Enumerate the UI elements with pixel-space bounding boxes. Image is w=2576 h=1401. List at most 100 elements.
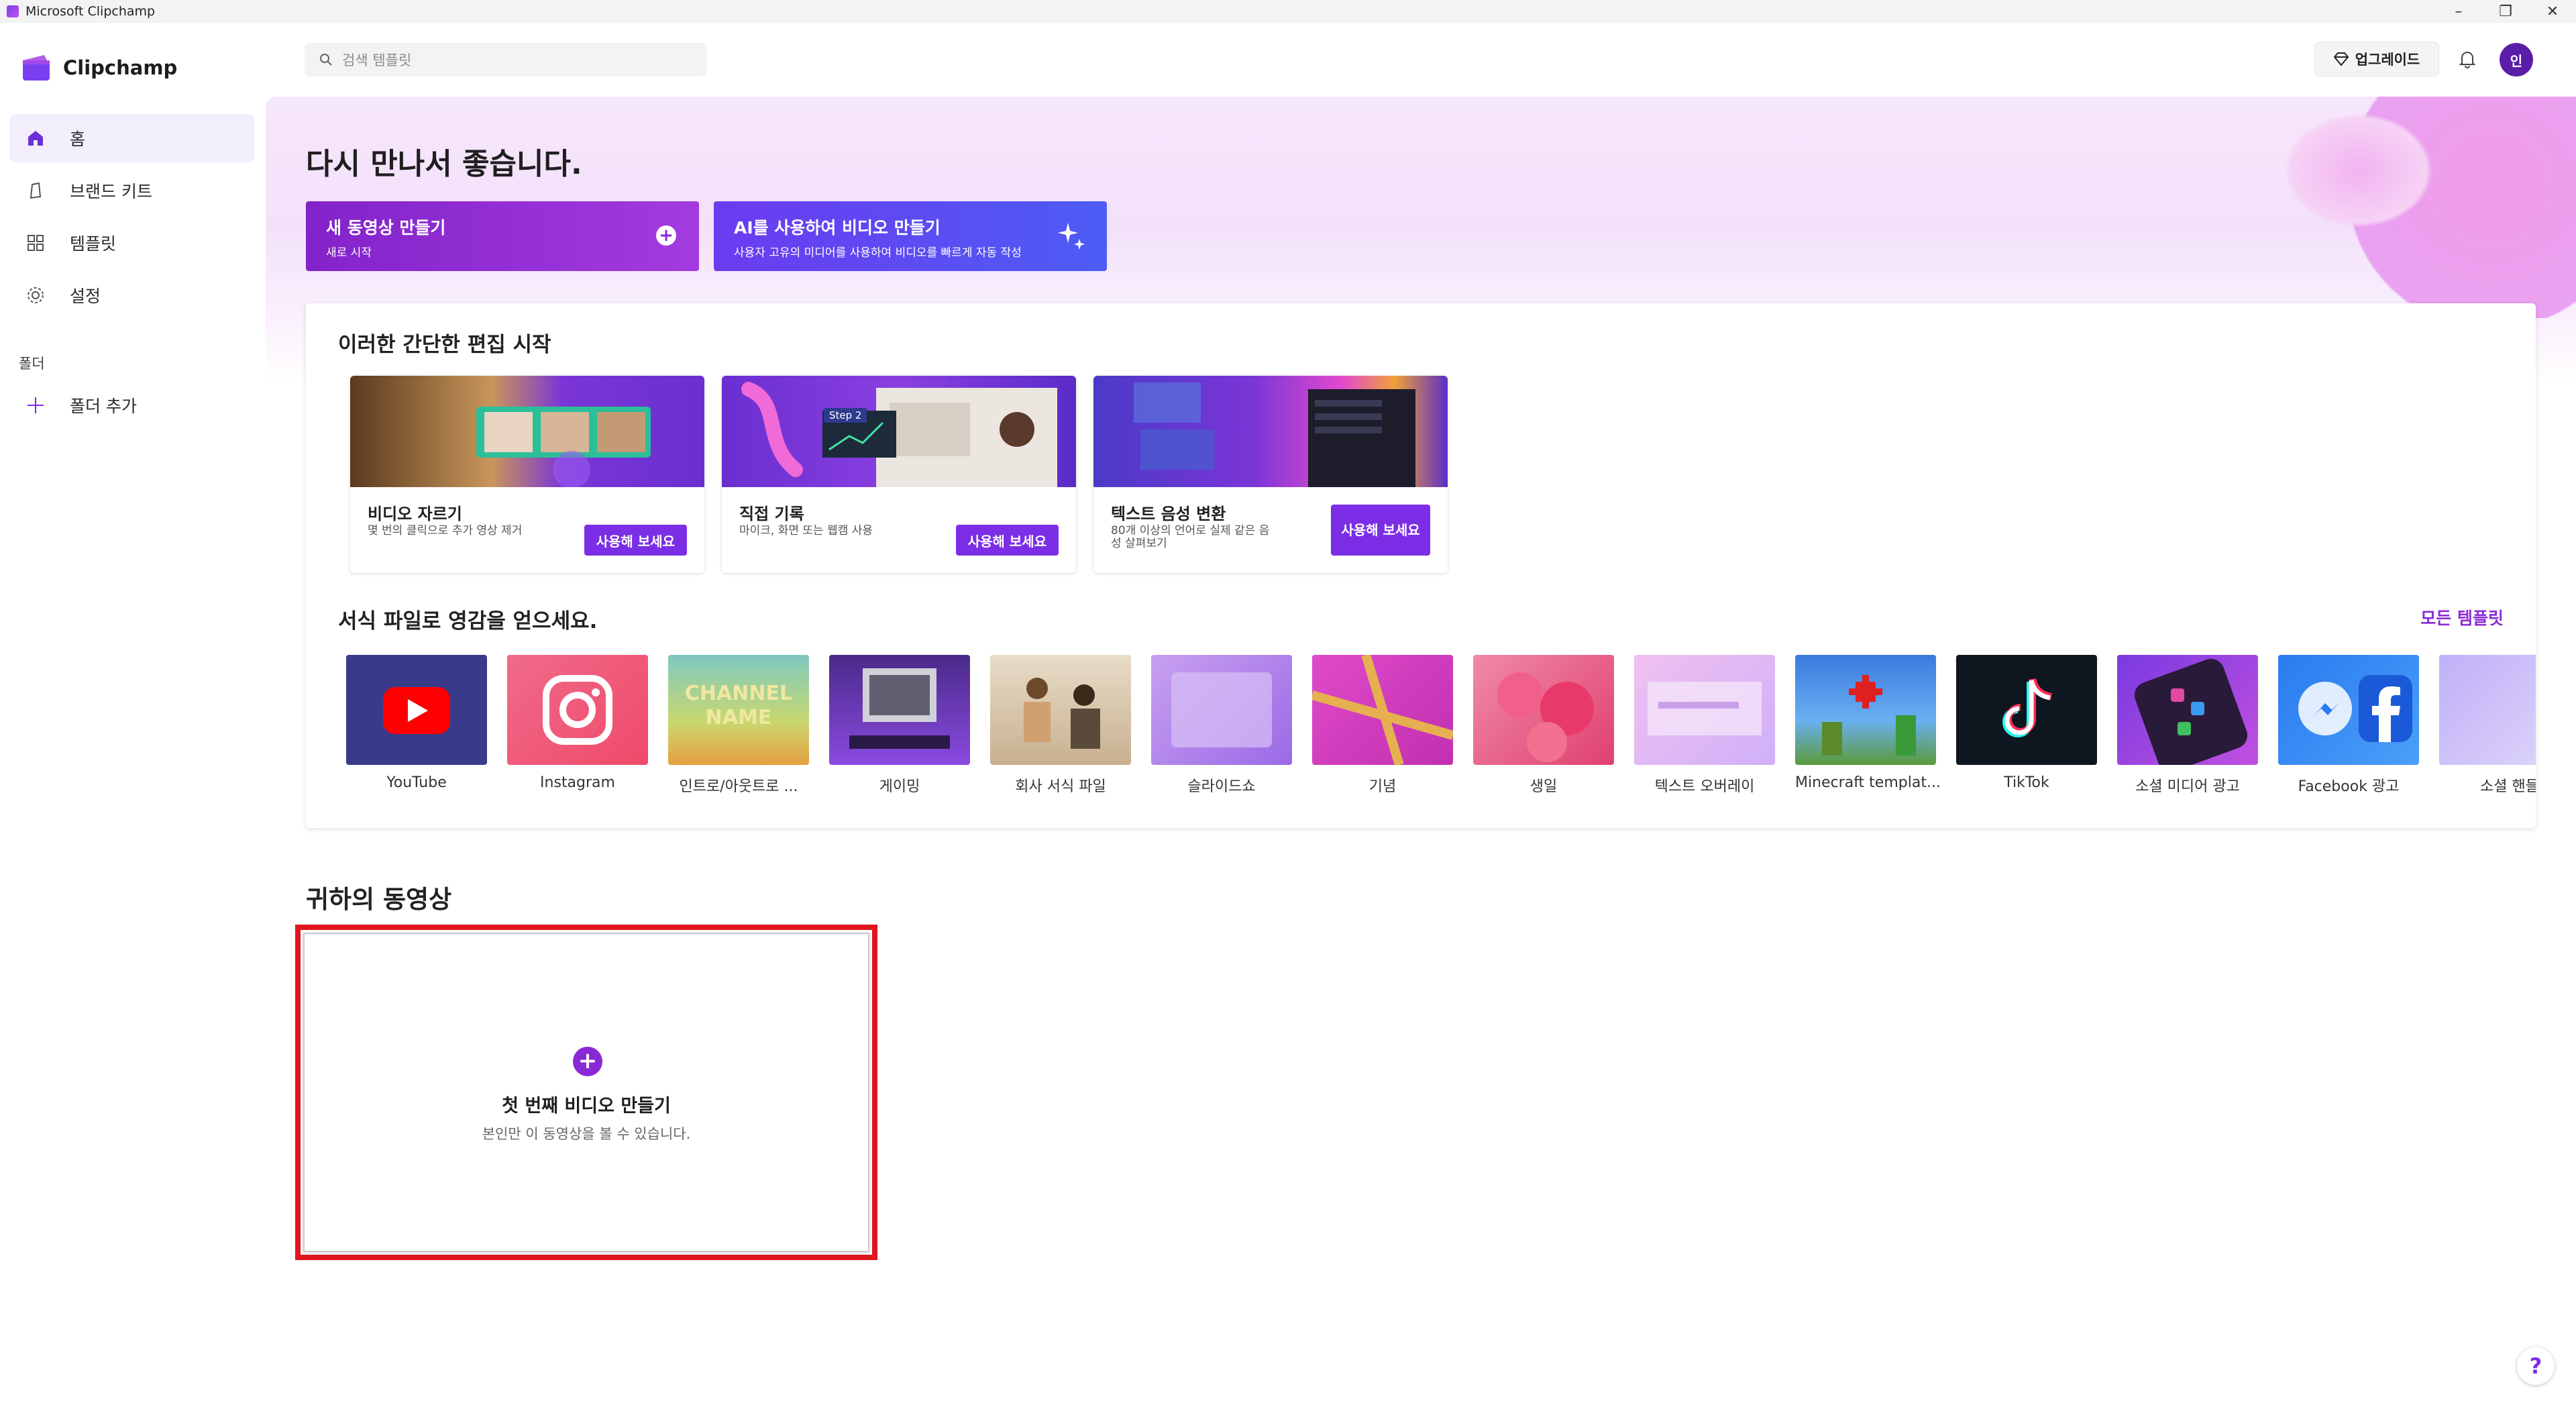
plus-icon: +	[656, 225, 676, 246]
template-birthday[interactable]: 생일	[1473, 655, 1614, 796]
window-title: Microsoft Clipchamp	[25, 4, 156, 19]
notifications-button[interactable]	[2454, 46, 2481, 72]
sidebar-item-label: 브랜드 키트	[70, 182, 152, 201]
plus-icon: +	[573, 1047, 602, 1076]
sidebar-item-home[interactable]: 홈	[9, 114, 255, 162]
template-name: 슬라이드쇼	[1187, 778, 1256, 795]
diamond-icon	[2333, 52, 2349, 66]
sidebar-item-label: 템플릿	[70, 234, 117, 254]
create-first-video-card[interactable]: + 첫 번째 비디오 만들기 본인만 이 동영상을 볼 수 있습니다.	[295, 925, 877, 1260]
slideshow-thumbnail	[1151, 655, 1292, 765]
close-button[interactable]: ✕	[2529, 0, 2576, 23]
sparkle-icon	[1058, 223, 1085, 250]
avatar[interactable]: 인	[2500, 43, 2533, 76]
your-videos-heading: 귀하의 동영상	[306, 885, 452, 914]
window-title-bar: Microsoft Clipchamp – ❐ ✕	[0, 0, 2576, 23]
create-ai-video-subtitle: 사용자 고유의 미디어를 사용하여 비디오를 빠르게 자동 작성	[734, 246, 1022, 260]
template-name: 소셜 미디어 광고	[2135, 778, 2240, 795]
facebook-icon	[2278, 655, 2419, 765]
template-name: 회사 서식 파일	[1015, 778, 1106, 795]
template-name: 소셜 핸들	[2480, 778, 2536, 795]
settings-icon	[24, 284, 47, 307]
sidebar-item-templates[interactable]: 템플릿	[9, 219, 255, 267]
quick-edit-card-tts[interactable]: 텍스트 음성 변환 80개 이상의 언어로 실제 같은 음성 살펴보기 사용해 …	[1093, 376, 1448, 573]
template-business[interactable]: 회사 서식 파일	[990, 655, 1131, 796]
instagram-icon	[507, 655, 648, 765]
template-minecraft[interactable]: Minecraft templat...	[1795, 655, 1941, 791]
sidebar-item-label: 홈	[70, 129, 86, 149]
template-facebook-ads[interactable]: Facebook 광고	[2278, 655, 2419, 796]
celebration-thumbnail	[1312, 655, 1453, 765]
clipchamp-logo-icon	[23, 55, 50, 81]
template-social-handle[interactable]: 소셜 핸들	[2439, 655, 2536, 796]
minimize-button[interactable]: –	[2435, 0, 2482, 23]
template-social-ads[interactable]: 소셜 미디어 광고	[2117, 655, 2258, 796]
text-overlay-thumbnail	[1634, 655, 1775, 765]
main-area: 검색 템플릿 업그레이드 인 다시 만나서 좋습니다. 새 동영상 만들기 새로…	[266, 23, 2576, 1401]
quick-edit-title: 비디오 자르기	[368, 505, 462, 523]
try-it-button[interactable]: 사용해 보세요	[1331, 505, 1430, 556]
try-it-button[interactable]: 사용해 보세요	[584, 525, 687, 556]
create-new-video-button[interactable]: 새 동영상 만들기 새로 시작 +	[306, 201, 699, 271]
template-text-overlay[interactable]: 텍스트 오버레이	[1634, 655, 1775, 796]
first-video-subtitle: 본인만 이 동영상을 볼 수 있습니다.	[482, 1126, 691, 1142]
home-content: 다시 만나서 좋습니다. 새 동영상 만들기 새로 시작 + AI를 사용하여 …	[266, 97, 2576, 1398]
sidebar-item-brand-kit[interactable]: 브랜드 키트	[9, 166, 255, 215]
create-new-video-title: 새 동영상 만들기	[326, 218, 446, 238]
quick-edit-title: 텍스트 음성 변환	[1111, 505, 1226, 523]
business-thumbnail	[990, 655, 1131, 765]
search-placeholder: 검색 템플릿	[342, 52, 412, 68]
top-bar: 검색 템플릿 업그레이드 인	[266, 23, 2576, 97]
quick-edit-desc: 몇 번의 클릭으로 추가 영상 제거	[368, 524, 523, 537]
home-icon	[24, 127, 47, 150]
search-input[interactable]: 검색 템플릿	[305, 43, 707, 76]
social-handle-thumbnail	[2439, 655, 2536, 765]
sidebar-item-settings[interactable]: 설정	[9, 271, 255, 319]
upgrade-button[interactable]: 업그레이드	[2314, 42, 2439, 76]
page-title: 다시 만나서 좋습니다.	[306, 147, 582, 181]
add-folder-label: 폴더 추가	[70, 397, 137, 416]
step-badge: Step 2	[824, 408, 867, 423]
sidebar-item-label: 설정	[70, 287, 101, 306]
restore-button[interactable]: ❐	[2482, 0, 2529, 23]
template-instagram[interactable]: Instagram	[507, 655, 648, 791]
create-ai-video-button[interactable]: AI를 사용하여 비디오 만들기 사용자 고유의 미디어를 사용하여 비디오를 …	[714, 201, 1107, 271]
create-first-video-inner[interactable]: + 첫 번째 비디오 만들기 본인만 이 동영상을 볼 수 있습니다.	[303, 933, 869, 1252]
templates-icon	[24, 231, 47, 254]
clipchamp-app-icon	[7, 5, 19, 17]
quick-edit-card-trim[interactable]: 비디오 자르기 몇 번의 클릭으로 추가 영상 제거 사용해 보세요	[350, 376, 704, 573]
template-name: 기념	[1368, 778, 1397, 795]
quick-edit-card-record[interactable]: Step 2 직접 기록 마이크, 화면 또는 웹캠 사용 사용해 보세요	[722, 376, 1076, 573]
template-name: YouTube	[386, 774, 447, 791]
folder-heading: 폴더	[19, 356, 45, 372]
brand-kit-icon	[24, 179, 47, 202]
help-button[interactable]: ?	[2517, 1347, 2555, 1385]
add-folder-button[interactable]: 폴더 추가	[9, 381, 255, 429]
trim-video-thumbnail	[350, 376, 704, 488]
quick-edit-title: 직접 기록	[739, 505, 804, 523]
template-celebration[interactable]: 기념	[1312, 655, 1453, 796]
plus-icon	[24, 394, 47, 417]
quick-edit-desc: 80개 이상의 언어로 실제 같은 음성 살펴보기	[1111, 524, 1270, 550]
brand[interactable]: Clipchamp	[20, 52, 177, 83]
template-gaming[interactable]: 게이밍	[829, 655, 970, 796]
template-youtube[interactable]: YouTube	[346, 655, 487, 791]
all-templates-link[interactable]: 모든 템플릿	[2420, 605, 2504, 629]
template-name: Minecraft templat...	[1795, 774, 1941, 791]
template-name: 인트로/아웃트로 ...	[679, 778, 798, 795]
template-carousel: YouTube Instagram CHANNEL NAME 인트로/아웃트로 …	[346, 655, 2536, 816]
template-tiktok[interactable]: TikTok	[1956, 655, 2097, 791]
try-it-button[interactable]: 사용해 보세요	[955, 525, 1059, 556]
template-intro-outro[interactable]: CHANNEL NAME 인트로/아웃트로 ...	[668, 655, 809, 796]
template-name: 텍스트 오버레이	[1654, 778, 1755, 795]
decorative-blob	[2271, 103, 2446, 238]
first-video-title: 첫 번째 비디오 만들기	[502, 1096, 671, 1117]
window-controls: – ❐ ✕	[2435, 0, 2576, 23]
template-name: 게이밍	[879, 778, 920, 795]
birthday-thumbnail	[1473, 655, 1614, 765]
intro-outro-thumbnail: CHANNEL NAME	[668, 655, 809, 765]
template-slideshow[interactable]: 슬라이드쇼	[1151, 655, 1292, 796]
sidebar: Clipchamp 홈 브랜드 키트 템플릿 설정 폴더 폴더 추가	[0, 23, 266, 1401]
quick-edits-heading: 이러한 간단한 편집 시작	[338, 333, 551, 357]
social-ads-thumbnail	[2117, 655, 2258, 765]
